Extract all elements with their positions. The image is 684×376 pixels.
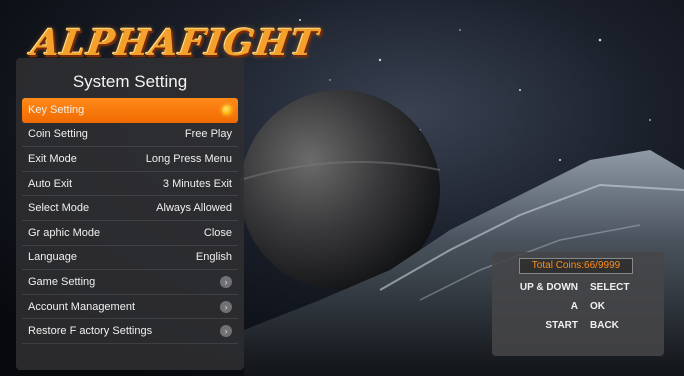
- menu-item-account-management[interactable]: Account Management ›: [22, 295, 238, 320]
- menu-item-label: Game Setting: [28, 275, 96, 288]
- menu-item-label: Exit Mode: [28, 152, 77, 165]
- menu-item-label: Restore F actory Settings: [28, 325, 153, 338]
- menu-item-game-setting[interactable]: Game Setting ›: [22, 270, 238, 295]
- key-action: BACK: [590, 320, 619, 331]
- menu-item-value: Close: [203, 226, 232, 239]
- chevron-right-icon: ›: [220, 325, 232, 338]
- menu-item-value: Always Allowed: [156, 202, 232, 215]
- active-dot-icon: [222, 105, 232, 116]
- system-setting-panel: System Setting Key Setting Coin Setting Fr…: [16, 58, 244, 370]
- key-name: A: [570, 301, 578, 312]
- key-legend: UP & DOWN SELECT A OK START BACK: [492, 282, 664, 339]
- menu-item-value: Long Press Menu: [145, 152, 232, 165]
- chevron-right-icon: ›: [220, 275, 232, 288]
- settings-menu: Key Setting Coin Setting Free Play Exit Mod…: [22, 98, 238, 344]
- key-action: SELECT: [590, 282, 630, 293]
- menu-item-label: Select Mode: [28, 202, 90, 215]
- key-action: OK: [590, 301, 605, 312]
- total-coins-label: Total Coins:66/9999: [519, 258, 633, 274]
- menu-item-label: Key Setting: [28, 104, 85, 117]
- key-name: UP & DOWN: [519, 282, 578, 293]
- menu-item-exit-mode[interactable]: Exit Mode Long Press Menu: [22, 147, 238, 172]
- key-legend-row: A OK: [492, 301, 664, 320]
- key-legend-row: START BACK: [492, 320, 664, 339]
- menu-item-gr-aphic-mode[interactable]: Gr aphic Mode Close: [22, 221, 238, 246]
- menu-item-auto-exit[interactable]: Auto Exit 3 Minutes Exit: [22, 172, 238, 197]
- menu-item-coin-setting[interactable]: Coin Setting Free Play: [22, 123, 238, 148]
- menu-item-restore-f-actory-settings[interactable]: Restore F actory Settings ›: [22, 319, 238, 344]
- panel-title: System Setting: [72, 72, 188, 91]
- menu-item-label: Gr aphic Mode: [28, 226, 101, 239]
- menu-item-label: Auto Exit: [28, 177, 73, 190]
- menu-item-label: Account Management: [28, 300, 136, 313]
- menu-item-language[interactable]: Language English: [22, 246, 238, 271]
- menu-item-label: Language: [28, 251, 77, 264]
- controls-help-panel: Total Coins:66/9999 UP & DOWN SELECT A OK ST…: [492, 252, 664, 356]
- key-legend-row: UP & DOWN SELECT: [492, 282, 664, 301]
- menu-item-label: Coin Setting: [28, 128, 88, 141]
- menu-item-select-mode[interactable]: Select Mode Always Allowed: [22, 196, 238, 221]
- menu-item-key-setting[interactable]: Key Setting: [22, 98, 238, 123]
- key-name: START: [545, 320, 578, 331]
- game-logo: ALPHAFIGHT: [14, 8, 321, 64]
- menu-item-value: Free Play: [184, 128, 232, 141]
- menu-item-value: 3 Minutes Exit: [162, 177, 232, 190]
- chevron-right-icon: ›: [220, 300, 232, 313]
- game-settings-screen: ALPHAFIGHT System Setting Key Setting Coi…: [0, 0, 684, 376]
- menu-item-value: English: [195, 251, 232, 264]
